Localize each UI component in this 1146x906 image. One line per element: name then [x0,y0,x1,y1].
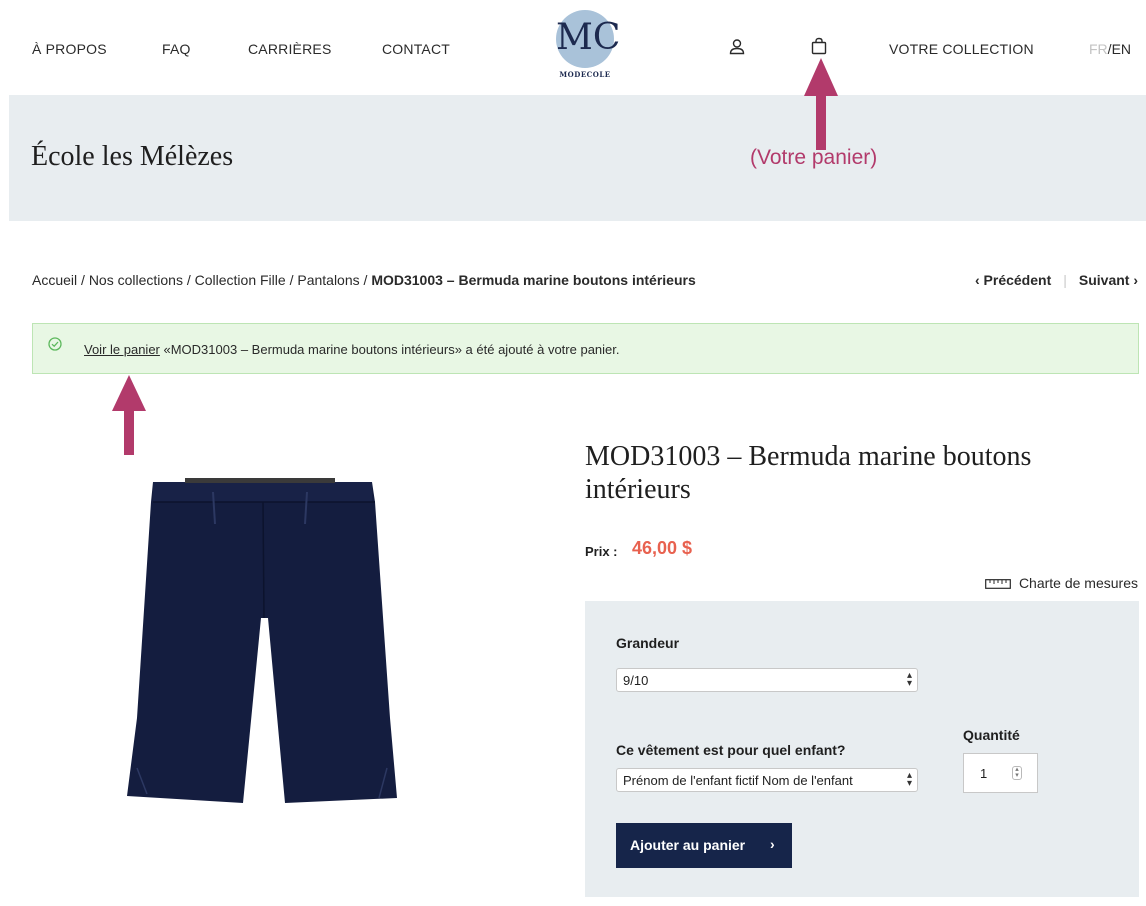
product-pager: ‹ Précédent | Suivant › [975,272,1138,288]
breadcrumb-separator: / [285,272,298,288]
logo-wordmark: MODECOLE [559,70,611,79]
select-arrows-icon: ▴ ▾ [906,770,912,789]
breadcrumb-pants[interactable]: Pantalons [297,272,359,288]
annotation-arrow-view-cart [112,375,146,455]
size-label: Grandeur [616,635,680,651]
stepper-arrows-icon[interactable]: ▴ ▾ [1012,766,1022,780]
notice-message: Voir le panier «MOD31003 – Bermuda marin… [84,342,620,357]
size-select[interactable]: 9/10 ▴ ▾ [616,668,918,692]
annotation-cart-label: (Votre panier) [750,146,878,169]
breadcrumb-separator: / [182,272,195,288]
view-cart-link[interactable]: Voir le panier [84,342,160,357]
product-options-panel: Grandeur 9/10 ▴ ▾ Quantité Ce vêtement es… [585,601,1139,897]
breadcrumb-separator: / [359,272,372,288]
lang-fr[interactable]: FR [1089,41,1108,57]
cart-notice: Voir le panier «MOD31003 – Bermuda marin… [32,323,1139,374]
nav-careers[interactable]: CARRIÈRES [248,41,331,57]
cart-icon[interactable] [810,37,828,55]
page-title-band: École les Mélèzes [9,95,1146,221]
size-select-value: 9/10 [623,673,649,688]
breadcrumb-current: MOD31003 – Bermuda marine boutons intéri… [371,272,696,288]
logo-monogram: MC [556,17,621,58]
quantity-value: 1 [980,766,988,781]
product-title: MOD31003 – Bermuda marine boutons intéri… [585,441,1032,505]
nav-about[interactable]: À PROPOS [32,41,107,57]
add-to-cart-button[interactable]: Ajouter au panier › [616,823,792,868]
product-image [127,478,397,803]
add-to-cart-label: Ajouter au panier [630,837,746,853]
ruler-icon [985,579,1011,590]
next-link[interactable]: Suivant › [1079,272,1138,288]
chevron-right-icon: › [770,836,775,852]
check-circle-icon [48,337,62,351]
logo[interactable]: MC MODECOLE [555,10,621,86]
quantity-label: Quantité [963,727,1020,743]
size-chart-label: Charte de mesures [1018,575,1138,591]
child-label: Ce vêtement est pour quel enfant? [616,742,846,758]
logo-badge: MC [556,10,621,68]
child-select[interactable]: Prénom de l'enfant fictif Nom de l'enfan… [616,768,918,792]
nav-faq[interactable]: FAQ [162,41,191,57]
nav-your-collection[interactable]: VOTRE COLLECTION [889,41,1034,57]
nav-contact[interactable]: CONTACT [382,41,450,57]
child-select-value: Prénom de l'enfant fictif Nom de l'enfan… [623,773,853,788]
language-switch: FR/EN [1089,41,1131,57]
breadcrumb-home[interactable]: Accueil [32,272,77,288]
price-value: 46,00 $ [632,538,693,558]
price-label: Prix : [585,544,618,559]
breadcrumb: Accueil / Nos collections / Collection F… [32,272,696,288]
notice-text: «MOD31003 – Bermuda marine boutons intér… [159,342,620,357]
breadcrumb-girl-collection[interactable]: Collection Fille [195,272,286,288]
annotation-arrow-cart [804,58,838,150]
size-chart-link[interactable]: Charte de mesures [985,575,1138,591]
select-arrows-icon: ▴ ▾ [906,670,912,689]
breadcrumb-separator: / [77,272,89,288]
quantity-stepper[interactable]: 1 ▴ ▾ [963,753,1038,793]
lang-en[interactable]: EN [1112,41,1131,57]
breadcrumb-collections[interactable]: Nos collections [89,272,183,288]
previous-link[interactable]: ‹ Précédent [975,272,1051,288]
pager-divider: | [1063,272,1067,288]
user-icon[interactable] [728,38,746,56]
page-title: École les Mélèzes [31,141,234,172]
